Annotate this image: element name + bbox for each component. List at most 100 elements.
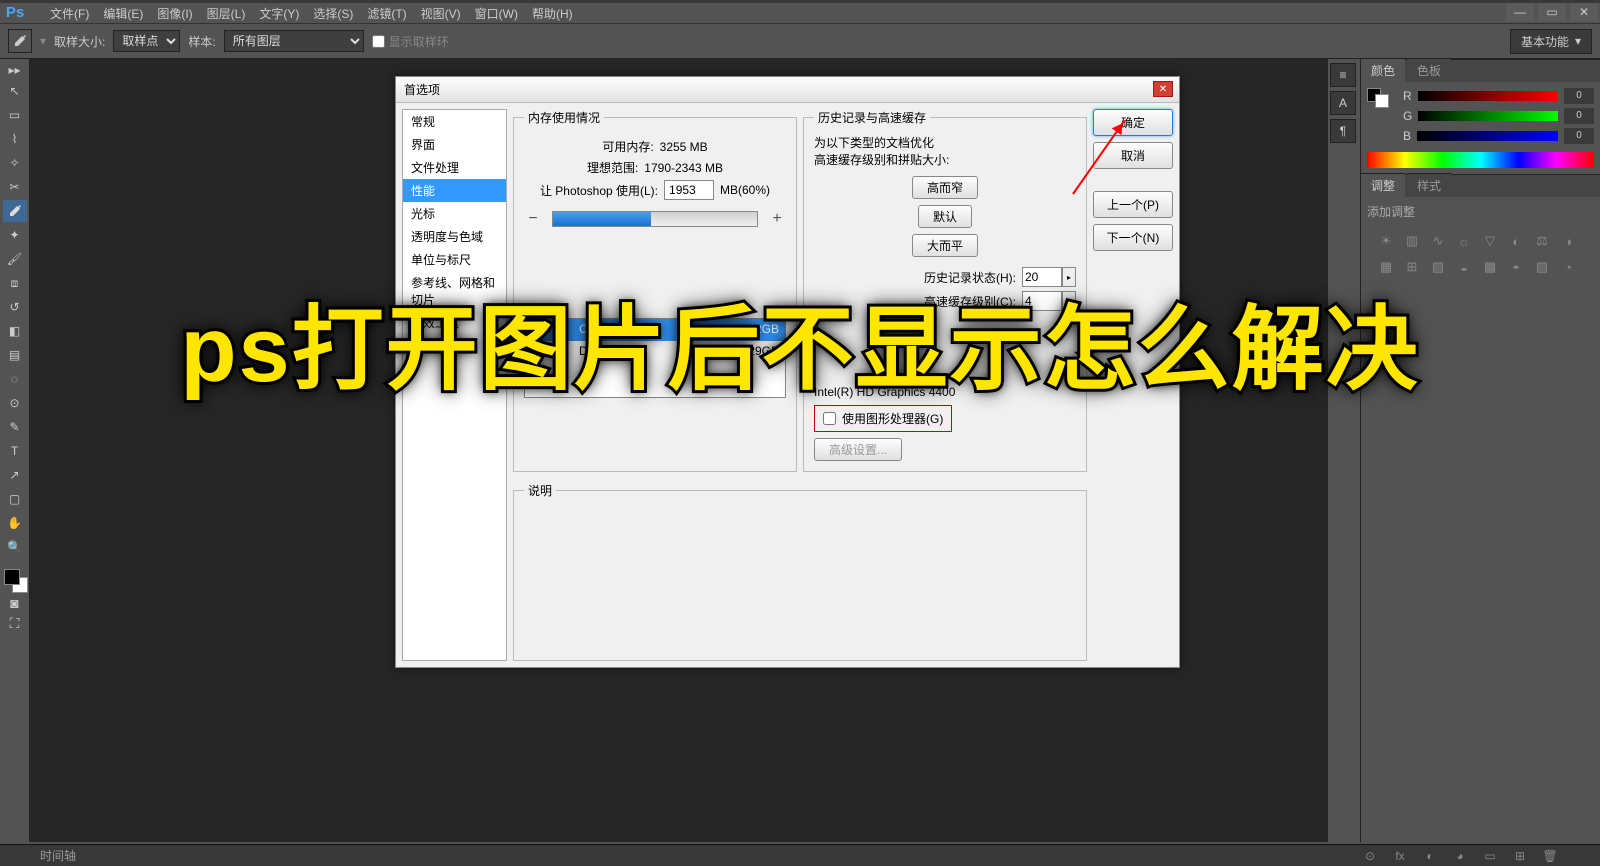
adj-curves-icon[interactable]: ∿: [1429, 232, 1447, 250]
cat-units[interactable]: 单位与标尺: [403, 248, 506, 271]
tab-swatches[interactable]: 色板: [1407, 58, 1451, 82]
cat-performance[interactable]: 性能: [403, 179, 506, 202]
path-tool[interactable]: ↗: [3, 464, 27, 486]
type-tool[interactable]: T: [3, 440, 27, 462]
lasso-tool[interactable]: ⌇: [3, 128, 27, 150]
healing-tool[interactable]: ✦: [3, 224, 27, 246]
eyedropper-tool[interactable]: [3, 200, 27, 222]
color-spectrum[interactable]: [1367, 152, 1594, 168]
history-brush-tool[interactable]: ↺: [3, 296, 27, 318]
sample-select[interactable]: 所有图层: [224, 30, 364, 52]
g-value[interactable]: 0: [1564, 108, 1594, 124]
minimize-button[interactable]: —: [1506, 3, 1534, 21]
menu-window[interactable]: 窗口(W): [475, 5, 518, 22]
brush-tool[interactable]: 🖌: [3, 248, 27, 270]
adj-hue-icon[interactable]: ◐: [1507, 232, 1525, 250]
b-slider[interactable]: [1417, 131, 1558, 141]
menu-file[interactable]: 文件(F): [50, 5, 89, 22]
adj-selective-icon[interactable]: ◔: [1559, 258, 1577, 276]
r-value[interactable]: 0: [1564, 88, 1594, 104]
cat-interface[interactable]: 界面: [403, 133, 506, 156]
hand-tool[interactable]: ✋: [3, 512, 27, 534]
cat-general[interactable]: 常规: [403, 110, 506, 133]
strip-para-icon[interactable]: ¶: [1330, 119, 1356, 143]
menu-filter[interactable]: 滤镜(T): [367, 5, 406, 22]
adj-bw-icon[interactable]: ◑: [1559, 232, 1577, 250]
cache-spinner[interactable]: ▸: [1062, 291, 1076, 311]
adj-gradient-icon[interactable]: ▨: [1533, 258, 1551, 276]
dodge-tool[interactable]: ⊙: [3, 392, 27, 414]
tab-adjust[interactable]: 调整: [1361, 173, 1405, 197]
dialog-close-button[interactable]: ✕: [1153, 81, 1173, 97]
adj-levels-icon[interactable]: ▥: [1403, 232, 1421, 250]
color-swatches[interactable]: [2, 567, 28, 593]
ok-button[interactable]: 确定: [1093, 109, 1173, 136]
eraser-tool[interactable]: ◧: [3, 320, 27, 342]
status-icon-7[interactable]: 🗑: [1540, 849, 1560, 863]
adj-mixer-icon[interactable]: ⊞: [1403, 258, 1421, 276]
zoom-tool[interactable]: 🔍: [3, 536, 27, 558]
toolbox-toggle-icon[interactable]: ▸▸: [8, 65, 22, 75]
menu-layer[interactable]: 图层(L): [207, 5, 246, 22]
memory-input[interactable]: [664, 180, 714, 200]
crop-tool[interactable]: ✂: [3, 176, 27, 198]
eyedropper-icon[interactable]: [8, 29, 32, 53]
menu-image[interactable]: 图像(I): [157, 5, 192, 22]
pen-tool[interactable]: ✎: [3, 416, 27, 438]
menu-help[interactable]: 帮助(H): [532, 5, 573, 22]
sample-size-select[interactable]: 取样点: [113, 30, 180, 52]
status-icon-6[interactable]: ⊞: [1510, 849, 1530, 863]
strip-char-icon[interactable]: A: [1330, 91, 1356, 115]
shape-tool[interactable]: ▢: [3, 488, 27, 510]
r-slider[interactable]: [1418, 91, 1558, 101]
screenmode-icon[interactable]: ⛶: [3, 614, 27, 632]
workspace-switcher[interactable]: 基本功能▾: [1510, 29, 1592, 54]
status-icon-3[interactable]: ◐: [1420, 849, 1440, 863]
adj-photo-icon[interactable]: ▦: [1377, 258, 1395, 276]
status-icon-5[interactable]: ▭: [1480, 849, 1500, 863]
next-button[interactable]: 下一个(N): [1093, 224, 1173, 251]
btn-tall-narrow[interactable]: 高而窄: [912, 176, 978, 199]
cat-type[interactable]: 文字: [403, 334, 506, 357]
disk-c-check[interactable]: [555, 322, 568, 335]
menu-view[interactable]: 视图(V): [421, 5, 461, 22]
strip-history-icon[interactable]: ≡: [1330, 63, 1356, 87]
history-spinner[interactable]: ▸: [1062, 267, 1076, 287]
gradient-tool[interactable]: ▤: [3, 344, 27, 366]
adj-lookup-icon[interactable]: ▧: [1429, 258, 1447, 276]
btn-big-flat[interactable]: 大而平: [912, 234, 978, 257]
cat-guides[interactable]: 参考线、网格和切片: [403, 271, 506, 311]
adj-threshold-icon[interactable]: ◓: [1507, 258, 1525, 276]
move-tool[interactable]: ↖: [3, 80, 27, 102]
status-icon-1[interactable]: ⊙: [1360, 849, 1380, 863]
adj-poster-icon[interactable]: ▩: [1481, 258, 1499, 276]
cat-transparency[interactable]: 透明度与色域: [403, 225, 506, 248]
menu-select[interactable]: 选择(S): [313, 5, 353, 22]
adj-brightness-icon[interactable]: ☀: [1377, 232, 1395, 250]
quickmask-icon[interactable]: ◙: [3, 594, 27, 612]
disk-d-check[interactable]: [555, 344, 568, 357]
adj-vibrance-icon[interactable]: ▽: [1481, 232, 1499, 250]
status-icon-2[interactable]: fx: [1390, 849, 1410, 863]
memory-slider[interactable]: [552, 211, 758, 227]
dialog-titlebar[interactable]: 首选项 ✕: [396, 77, 1179, 103]
history-states-input[interactable]: [1022, 267, 1062, 287]
close-button[interactable]: ✕: [1570, 3, 1598, 21]
menu-edit[interactable]: 编辑(E): [103, 5, 143, 22]
tab-styles[interactable]: 样式: [1407, 173, 1451, 197]
btn-default[interactable]: 默认: [918, 205, 972, 228]
table-row[interactable]: 2 D:\ 12.29GB: [525, 341, 785, 363]
cat-plugins[interactable]: 增效工具: [403, 311, 506, 334]
marquee-tool[interactable]: ▭: [3, 104, 27, 126]
g-slider[interactable]: [1418, 111, 1558, 121]
blur-tool[interactable]: ◌: [3, 368, 27, 390]
slider-minus[interactable]: −: [524, 210, 542, 228]
panel-swatch[interactable]: [1367, 88, 1391, 108]
cat-filehandling[interactable]: 文件处理: [403, 156, 506, 179]
cat-cursors[interactable]: 光标: [403, 202, 506, 225]
prev-button[interactable]: 上一个(P): [1093, 191, 1173, 218]
wand-tool[interactable]: ✧: [3, 152, 27, 174]
slider-plus[interactable]: +: [768, 210, 786, 228]
stamp-tool[interactable]: ⧈: [3, 272, 27, 294]
menu-type[interactable]: 文字(Y): [259, 5, 299, 22]
